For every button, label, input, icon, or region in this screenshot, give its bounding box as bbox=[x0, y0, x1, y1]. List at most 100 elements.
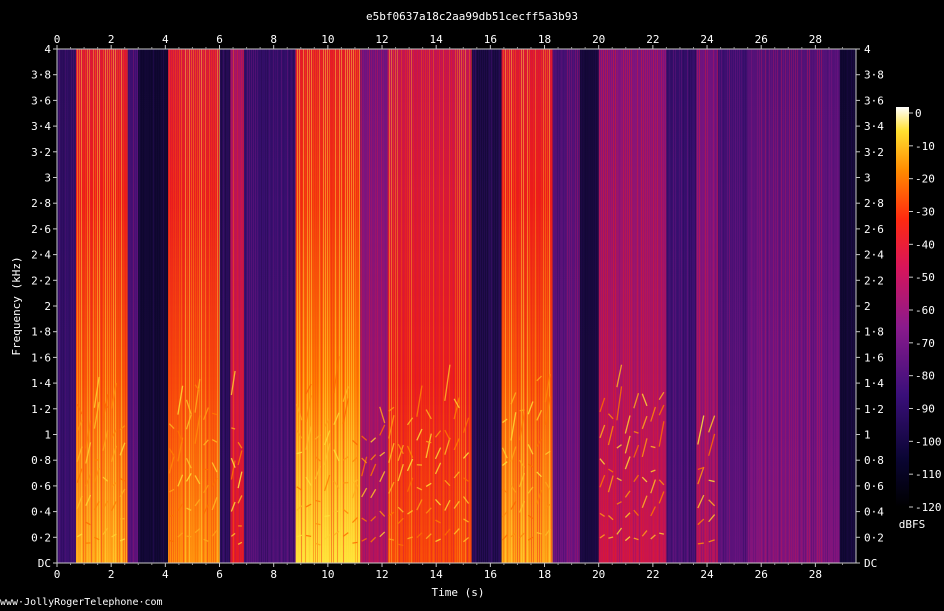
spectral-streak bbox=[551, 49, 552, 563]
y-tick-label-left: 1·8 bbox=[31, 326, 51, 339]
spectral-streak bbox=[505, 49, 506, 563]
spectral-streak bbox=[205, 49, 206, 563]
y-tick-label-right: 0·6 bbox=[864, 480, 884, 493]
spectral-streak bbox=[689, 49, 690, 563]
spectral-streak bbox=[343, 49, 344, 563]
spectral-streak bbox=[749, 49, 750, 563]
spectral-streak bbox=[341, 49, 342, 563]
spectral-streak bbox=[847, 49, 848, 563]
x-tick-label-bottom: 20 bbox=[592, 568, 605, 581]
y-tick-label-left: 0·4 bbox=[31, 506, 51, 519]
spectral-streak bbox=[591, 49, 592, 563]
spectral-streak bbox=[77, 49, 78, 563]
spectral-streak bbox=[351, 49, 352, 563]
spectral-streak bbox=[429, 49, 430, 563]
spectral-streak bbox=[629, 49, 630, 563]
y-tick-label-right: 1·2 bbox=[864, 403, 884, 416]
spectral-streak bbox=[727, 49, 728, 563]
y-tick-label-right: 3·4 bbox=[864, 120, 884, 133]
spectral-streak bbox=[819, 49, 820, 563]
spectral-streak bbox=[229, 49, 230, 563]
y-tick-label-right: 0·8 bbox=[864, 454, 884, 467]
energy-segment bbox=[598, 49, 667, 563]
x-tick-label-bottom: 8 bbox=[270, 568, 277, 581]
x-tick-label-top: 0 bbox=[54, 33, 61, 46]
harmonic-line bbox=[352, 541, 358, 544]
spectral-streak bbox=[381, 49, 382, 563]
spectral-streak bbox=[191, 49, 192, 563]
spectral-streak bbox=[411, 49, 412, 563]
spectral-streak bbox=[223, 49, 224, 563]
spectral-streak bbox=[487, 49, 488, 563]
spectral-streak bbox=[499, 49, 500, 563]
spectral-streak bbox=[105, 49, 106, 563]
spectral-streak bbox=[593, 49, 594, 563]
spectral-streak bbox=[827, 49, 828, 563]
spectral-streak bbox=[247, 49, 248, 563]
spectral-streak bbox=[87, 49, 88, 563]
spectral-streak bbox=[377, 49, 378, 563]
spectral-streak bbox=[785, 49, 786, 563]
spectral-streak bbox=[527, 49, 528, 563]
spectral-streak bbox=[693, 49, 694, 563]
spectral-streak bbox=[671, 49, 672, 563]
x-tick-label-bottom: 4 bbox=[162, 568, 169, 581]
spectral-streak bbox=[837, 49, 838, 563]
spectral-streak bbox=[585, 49, 586, 563]
y-tick-label-left: 3·2 bbox=[31, 146, 51, 159]
colorbar-gradient bbox=[896, 107, 909, 507]
spectral-streak bbox=[581, 49, 582, 563]
spectral-streak bbox=[233, 49, 234, 563]
spectral-streak bbox=[431, 49, 432, 563]
spectral-streak bbox=[767, 49, 768, 563]
spectral-streak bbox=[503, 49, 504, 563]
spectral-streak bbox=[457, 49, 458, 563]
spectral-streak bbox=[807, 49, 808, 563]
y-tick-label-left: 0·6 bbox=[31, 480, 51, 493]
spectral-streak bbox=[825, 49, 826, 563]
spectral-streak bbox=[173, 49, 174, 563]
spectral-streak bbox=[375, 49, 376, 563]
spectral-streak bbox=[471, 49, 472, 563]
spectral-streak bbox=[107, 49, 108, 563]
spectral-streak bbox=[275, 49, 276, 563]
spectral-streak bbox=[545, 49, 546, 563]
y-tick-label-right: 1·8 bbox=[864, 326, 884, 339]
y-tick-label-right: 1 bbox=[864, 429, 871, 442]
spectral-streak bbox=[155, 49, 156, 563]
spectral-streak bbox=[809, 49, 810, 563]
spectral-streak bbox=[751, 49, 752, 563]
x-tick-label-top: 6 bbox=[216, 33, 223, 46]
footer-credit: www·JollyRogerTelephone·com bbox=[0, 597, 163, 608]
spectral-streak bbox=[481, 49, 482, 563]
x-tick-label-top: 18 bbox=[538, 33, 551, 46]
spectral-streak bbox=[497, 49, 498, 563]
spectral-streak bbox=[741, 49, 742, 563]
y-tick-label-left: 2·8 bbox=[31, 197, 51, 210]
spectral-streak bbox=[433, 49, 434, 563]
spectral-streak bbox=[737, 49, 738, 563]
spectral-streak bbox=[335, 49, 336, 563]
spectral-streak bbox=[159, 49, 160, 563]
spectral-streak bbox=[839, 49, 840, 563]
spectral-streak bbox=[71, 49, 72, 563]
spectral-streak bbox=[63, 49, 64, 563]
spectral-streak bbox=[659, 49, 660, 563]
spectral-streak bbox=[615, 49, 616, 563]
spectral-streak bbox=[75, 49, 76, 563]
x-tick-label-bottom: 10 bbox=[321, 568, 334, 581]
spectral-streak bbox=[371, 49, 372, 563]
spectral-streak bbox=[281, 49, 282, 563]
spectral-streak bbox=[703, 49, 704, 563]
spectral-streak bbox=[299, 49, 300, 563]
spectral-streak bbox=[119, 49, 120, 563]
spectral-streak bbox=[417, 49, 418, 563]
spectral-streak bbox=[627, 49, 628, 563]
spectral-streak bbox=[99, 49, 100, 563]
spectral-streak bbox=[349, 49, 350, 563]
x-tick-label-bottom: 6 bbox=[216, 568, 223, 581]
x-tick-label-bottom: 28 bbox=[809, 568, 822, 581]
spectral-streak bbox=[61, 49, 62, 563]
spectral-streak bbox=[315, 49, 316, 563]
spectral-streak bbox=[833, 49, 834, 563]
